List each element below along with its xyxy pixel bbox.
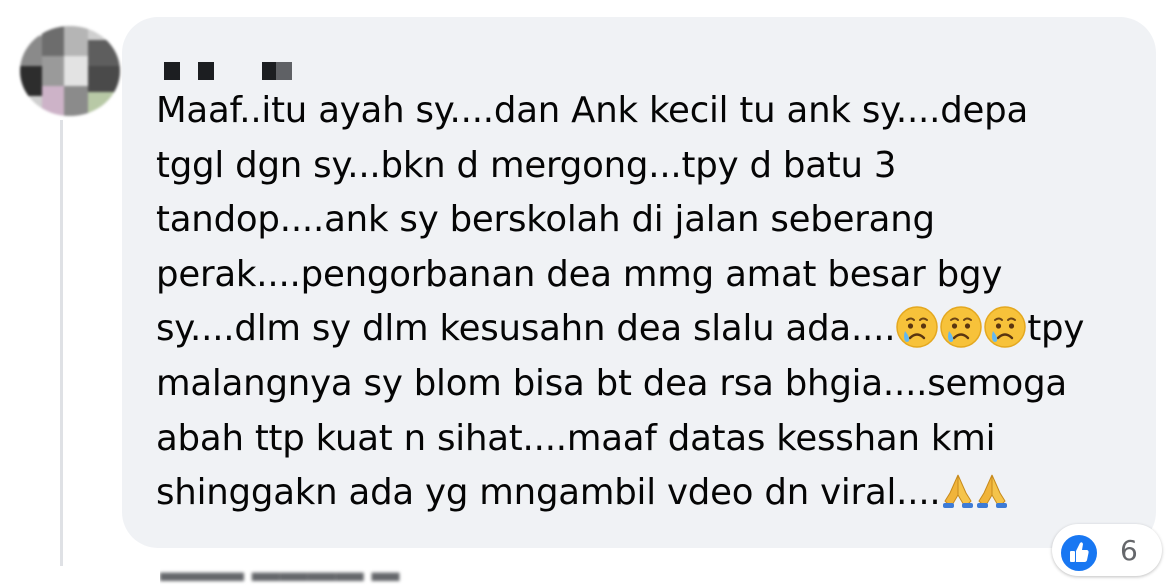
action-bar-blurred: ▬▬▬ ▬▬▬▬ ▬ xyxy=(160,556,400,586)
comment-text: Maaf..itu ayah sy....dan Ank kecil tu an… xyxy=(156,84,1116,521)
comment-line: shinggakn ada yg mngambil vdeo dn viral.… xyxy=(156,466,1116,521)
comment-line: sy....dlm sy dlm kesusahn dea slalu ada.… xyxy=(156,302,1116,357)
comment-line: abah ttp kuat n sihat....maaf datas kess… xyxy=(156,417,996,459)
sad-face-icon xyxy=(895,305,939,349)
comment-line-text: shinggakn ada yg mngambil vdeo dn viral.… xyxy=(156,472,941,514)
reaction-summary[interactable]: 6 xyxy=(1052,524,1162,576)
sad-face-icon xyxy=(939,305,983,349)
comment-line: perak....pengorbanan dea mmg amat besar … xyxy=(156,253,1003,295)
comment-line-text: sy....dlm sy dlm kesusahn dea slalu ada.… xyxy=(156,308,896,350)
thread-line xyxy=(60,120,63,566)
comment-line: malangnya sy blom bisa bt dea rsa bhgia.… xyxy=(156,362,1067,404)
comment-action-bar: ▬▬▬ ▬▬▬▬ ▬ xyxy=(160,556,412,586)
comment-line-text: tpy xyxy=(1027,308,1085,350)
folded-hands-icon xyxy=(941,471,975,511)
reaction-count: 6 xyxy=(1120,534,1138,567)
comment-line: tandop....ank sy berskolah di jalan sebe… xyxy=(156,199,935,241)
sad-face-icon xyxy=(983,305,1027,349)
comment-line: Maaf..itu ayah sy....dan Ank kecil tu an… xyxy=(156,90,1029,131)
comment-line: tggl dgn sy...bkn d mergong...tpy d batu… xyxy=(156,144,897,186)
folded-hands-icon xyxy=(975,471,1009,511)
avatar[interactable] xyxy=(20,26,120,116)
like-icon xyxy=(1058,532,1100,574)
